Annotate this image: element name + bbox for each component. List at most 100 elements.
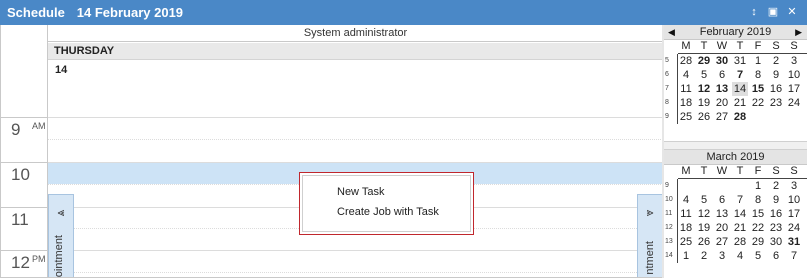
window-title: Schedule [7,5,65,20]
calendar-day[interactable]: 5 [696,193,712,207]
close-icon[interactable]: ✕ [785,6,799,19]
calendar-day[interactable]: 6 [768,249,784,263]
calendar-day[interactable]: 13 [714,207,730,221]
calendar-day[interactable]: 23 [768,221,784,235]
calendar-day[interactable]: 13 [714,82,730,96]
prev-month-icon[interactable]: ◀ [668,25,675,40]
calendar-day[interactable]: 15 [750,207,766,221]
calendar-day[interactable]: 31 [732,54,748,68]
calendar-day[interactable]: 10 [786,68,802,82]
calendar-day[interactable]: 19 [696,221,712,235]
next-appointment-tab[interactable]: ⪢ ntment [637,194,662,277]
calendar-day[interactable]: 5 [696,68,712,82]
calendar-day[interactable]: 14 [732,207,748,221]
calendar-day[interactable]: 31 [786,235,802,249]
calendar-day[interactable]: 20 [714,221,730,235]
month-calendar-february[interactable]: ◀ February 2019 ▶ M T W T F S S 5 28 29 30 31 1 2 3 6 4 5… [664,25,807,124]
weekday-header: MTWTFSS [678,165,807,179]
calendar-day[interactable]: 28 [678,54,694,68]
calendar-day[interactable]: 6 [714,68,730,82]
weekday-label: M [681,165,691,177]
calendar-day[interactable]: 11 [678,82,694,96]
calendar-day[interactable]: 16 [768,207,784,221]
calendar-week-row: 8 18 19 20 21 22 23 24 [664,96,807,110]
calendar-day[interactable]: 22 [750,96,766,110]
calendar-divider [664,141,807,150]
calendar-day[interactable]: 1 [678,249,694,263]
calendar-day[interactable]: 18 [678,221,694,235]
calendar-week-row: 11 11 12 13 14 15 16 17 [664,207,807,221]
calendar-day[interactable]: 25 [678,110,694,124]
calendar-week-row: 14 1 2 3 4 5 6 7 [664,249,807,263]
calendar-day[interactable]: 16 [768,82,784,96]
calendar-day[interactable]: 20 [714,96,730,110]
next-month-icon[interactable]: ▶ [795,25,802,40]
calendar-day[interactable]: 4 [732,249,748,263]
calendar-day[interactable]: 3 [786,179,802,193]
calendar-day[interactable]: 4 [678,68,694,82]
month-calendar-march[interactable]: March 2019 M T W T F S S 9 1 2 3 10 4 5 6 7 8 9 10 11 11 12 13… [664,150,807,263]
calendar-day[interactable]: 29 [696,54,712,68]
calendar-day[interactable]: 8 [750,68,766,82]
calendar-day[interactable]: 21 [732,221,748,235]
restore-icon[interactable]: ▣ [766,6,780,19]
menu-item-new-task[interactable]: New Task [303,182,470,202]
calendar-day[interactable]: 23 [768,96,784,110]
calendar-day[interactable]: 21 [732,96,748,110]
calendar-day[interactable]: 26 [696,110,712,124]
calendar-day[interactable]: 11 [678,207,694,221]
calendar-day[interactable]: 6 [714,193,730,207]
calendar-day[interactable]: 10 [786,193,802,207]
calendar-day[interactable]: 7 [732,193,748,207]
calendar-day[interactable]: 12 [696,207,712,221]
calendar-day[interactable]: 25 [678,235,694,249]
calendar-header: ◀ February 2019 ▶ [664,25,807,40]
calendar-day[interactable]: 28 [732,235,748,249]
calendar-day[interactable]: 7 [786,249,802,263]
calendar-day[interactable]: 4 [678,193,694,207]
time-gutter: 9 AM 10 11 12 PM [1,25,48,277]
calendar-day[interactable]: 2 [696,249,712,263]
calendar-day[interactable]: 5 [750,249,766,263]
prev-appointment-tab[interactable]: ⪡ ointment [48,194,74,277]
time-slot[interactable] [48,162,662,163]
calendar-day[interactable]: 2 [768,54,784,68]
time-slot[interactable] [48,117,662,118]
week-number: 10 [665,196,673,203]
time-slot[interactable] [48,272,662,273]
calendar-day[interactable]: 28 [732,110,748,124]
calendar-day[interactable]: 27 [714,110,730,124]
calendar-day[interactable]: 1 [750,54,766,68]
calendar-day[interactable]: 12 [696,82,712,96]
day-schedule[interactable]: 9 AM 10 11 12 PM System administrator THUR… [0,25,663,278]
calendar-day[interactable]: 3 [714,249,730,263]
menu-item-create-job-with-task[interactable]: Create Job with Task [303,202,470,222]
calendar-day[interactable]: 24 [786,96,802,110]
calendar-day[interactable]: 22 [750,221,766,235]
calendar-day[interactable]: 17 [786,207,802,221]
calendar-day[interactable]: 24 [786,221,802,235]
calendar-day[interactable]: 7 [732,68,748,82]
calendar-day[interactable]: 15 [750,82,766,96]
calendar-day[interactable]: 9 [768,193,784,207]
time-slot[interactable] [48,139,662,140]
calendar-day[interactable]: 30 [714,54,730,68]
calendar-day[interactable]: 30 [768,235,784,249]
weekday-label: S [790,165,798,177]
calendar-day[interactable]: 18 [678,96,694,110]
calendar-day[interactable]: 2 [768,179,784,193]
calendar-day[interactable]: 17 [786,82,802,96]
week-number: 6 [665,71,669,78]
calendar-day[interactable]: 14 [732,82,748,96]
calendar-day[interactable]: 27 [714,235,730,249]
calendar-day[interactable]: 1 [750,179,766,193]
calendar-day[interactable]: 29 [750,235,766,249]
calendar-day[interactable]: 3 [786,54,802,68]
time-slot[interactable] [48,250,662,251]
calendar-day[interactable]: 8 [750,193,766,207]
calendar-day[interactable]: 9 [768,68,784,82]
weekday-label: T [736,40,744,52]
calendar-day[interactable]: 19 [696,96,712,110]
calendar-day[interactable]: 26 [696,235,712,249]
pin-icon[interactable]: ↕ [747,6,761,19]
